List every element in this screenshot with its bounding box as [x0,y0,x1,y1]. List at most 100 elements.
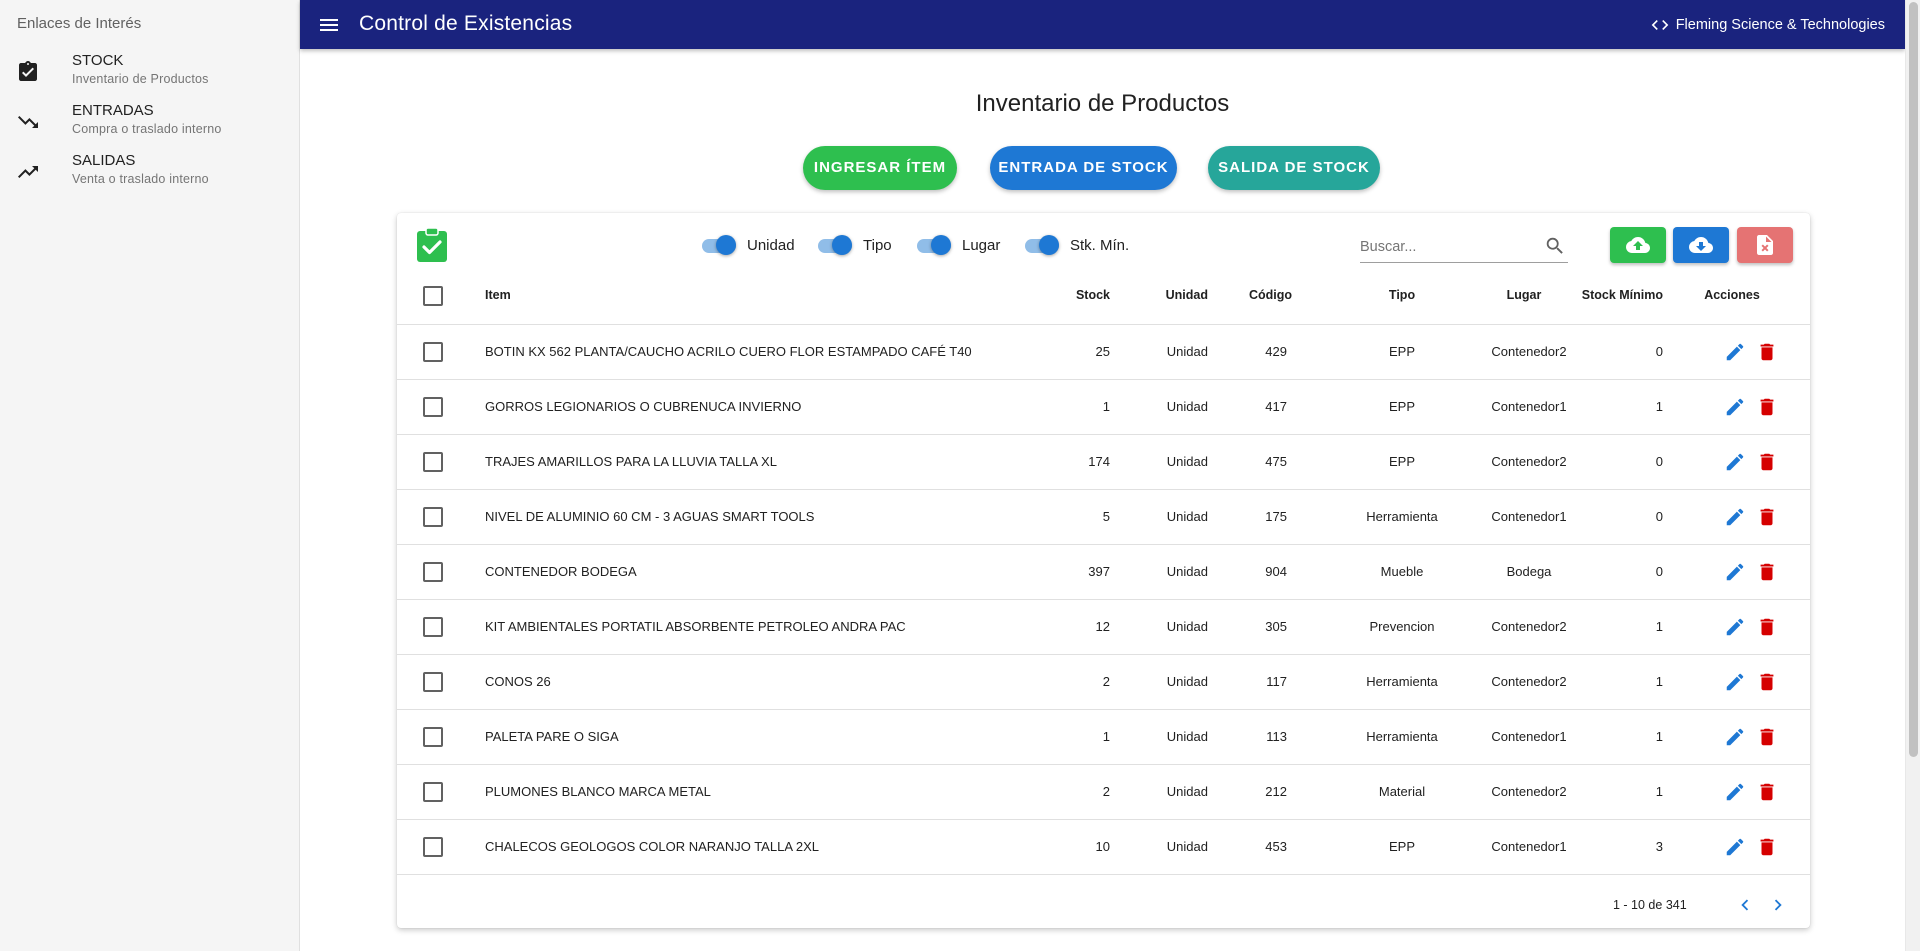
scrollbar-thumb[interactable] [1909,2,1918,757]
cell-codigo: 429 [1265,344,1287,359]
edit-icon[interactable] [1724,561,1746,583]
row-checkbox[interactable] [423,617,443,637]
upload-button[interactable] [1610,227,1666,263]
cell-unidad: Unidad [1166,509,1208,524]
cell-codigo: 212 [1265,784,1287,799]
delete-icon[interactable] [1756,616,1778,638]
menu-icon[interactable] [317,13,341,37]
search-input[interactable] [1360,237,1540,257]
column-header-lugar[interactable]: Lugar [1459,288,1589,302]
sidebar-item-title: STOCK [72,52,124,69]
toggle-knob [931,235,951,255]
cell-stock: 1 [1102,729,1110,744]
cell-stock: 12 [1095,619,1110,634]
sidebar: Enlaces de Interés STOCK Inventario de P… [0,0,300,951]
chevron-right-icon[interactable] [1767,894,1789,916]
cell-codigo: 175 [1265,509,1287,524]
file-delete-icon [1757,235,1773,255]
cell-tipo: EPP [1388,839,1415,854]
edit-icon[interactable] [1724,836,1746,858]
column-header-stock[interactable]: Stock [997,288,1110,302]
cell-unidad: Unidad [1166,729,1208,744]
delete-selected-button[interactable] [1737,227,1793,263]
delete-icon[interactable] [1756,671,1778,693]
inventory-card: Unidad Tipo Lugar Stk. Mín. Item Stock U… [397,213,1810,928]
sidebar-item-title: SALIDAS [72,152,136,169]
row-checkbox[interactable] [423,562,443,582]
cell-stock-minimo: 1 [1655,619,1663,634]
cell-codigo: 305 [1265,619,1287,634]
cell-stock: 2 [1102,784,1110,799]
cell-codigo: 417 [1265,399,1287,414]
row-checkbox[interactable] [423,397,443,417]
toggle-label: Tipo [863,237,892,254]
cell-unidad: Unidad [1166,454,1208,469]
column-header-item[interactable]: Item [485,288,511,302]
edit-icon[interactable] [1724,341,1746,363]
row-checkbox[interactable] [423,782,443,802]
salida-stock-button[interactable]: SALIDA DE STOCK [1208,146,1380,190]
delete-icon[interactable] [1756,836,1778,858]
delete-icon[interactable] [1756,396,1778,418]
chevron-left-icon[interactable] [1734,894,1756,916]
row-checkbox[interactable] [423,342,443,362]
select-all-checkbox[interactable] [423,286,443,306]
edit-icon[interactable] [1724,616,1746,638]
column-header-codigo[interactable]: Código [1249,288,1292,302]
edit-icon[interactable] [1724,671,1746,693]
pagination-range: 1 - 10 de 341 [1613,898,1687,912]
app-title: Control de Existencias [359,12,573,35]
column-header-unidad[interactable]: Unidad [1124,288,1208,302]
delete-icon[interactable] [1756,781,1778,803]
cell-tipo: Herramienta [1366,729,1438,744]
table-row: CONTENEDOR BODEGA 397 Unidad 904 Mueble Bodeg… [397,545,1810,600]
sidebar-item-subtitle: Venta o traslado interno [72,172,209,186]
sidebar-item-subtitle: Inventario de Productos [72,72,209,86]
cell-item: PALETA PARE O SIGA [485,729,619,744]
cell-unidad: Unidad [1166,619,1208,634]
search-box [1360,231,1568,263]
sidebar-item-stock[interactable]: STOCK Inventario de Productos [0,52,300,100]
delete-icon[interactable] [1756,341,1778,363]
brand-link[interactable]: Fleming Science & Technologies [1650,15,1885,35]
entrada-stock-button[interactable]: ENTRADA DE STOCK [990,146,1177,190]
row-checkbox[interactable] [423,837,443,857]
row-checkbox[interactable] [423,672,443,692]
cell-lugar: Contenedor2 [1491,619,1567,634]
sidebar-item-entradas[interactable]: ENTRADAS Compra o traslado interno [0,102,300,150]
edit-icon[interactable] [1724,726,1746,748]
delete-icon[interactable] [1756,726,1778,748]
cell-tipo: Material [1378,784,1426,799]
edit-icon[interactable] [1724,781,1746,803]
download-button[interactable] [1673,227,1729,263]
cell-tipo: Herramienta [1366,509,1438,524]
edit-icon[interactable] [1724,451,1746,473]
cell-item: GORROS LEGIONARIOS O CUBRENUCA INVIERNO [485,399,802,414]
column-header-tipo[interactable]: Tipo [1347,288,1457,302]
delete-icon[interactable] [1756,506,1778,528]
cloud-download-icon [1689,237,1713,253]
delete-icon[interactable] [1756,451,1778,473]
ingresar-item-button[interactable]: INGRESAR ÍTEM [803,146,957,190]
sidebar-item-salidas[interactable]: SALIDAS Venta o traslado interno [0,152,300,200]
row-checkbox[interactable] [423,507,443,527]
row-checkbox[interactable] [423,727,443,747]
delete-icon[interactable] [1756,561,1778,583]
edit-icon[interactable] [1724,396,1746,418]
table-row: BOTIN KX 562 PLANTA/CAUCHO ACRILO CUERO … [397,325,1810,380]
row-checkbox[interactable] [423,452,443,472]
table-row: PLUMONES BLANCO MARCA METAL 2 Unidad 212 Mat… [397,765,1810,820]
cell-lugar: Contenedor2 [1491,454,1567,469]
toggle-label: Lugar [962,237,1001,254]
column-header-stock-minimo[interactable]: Stock Mínimo [1577,288,1663,302]
edit-icon[interactable] [1724,506,1746,528]
cell-codigo: 117 [1266,674,1287,689]
table-row: GORROS LEGIONARIOS O CUBRENUCA INVIERNO 1… [397,380,1810,435]
page-scrollbar[interactable] [1905,0,1920,951]
table-row: CONOS 26 2 Unidad 117 Herramienta Contenedor2… [397,655,1810,710]
search-icon[interactable] [1544,235,1566,257]
cell-stock-minimo: 1 [1655,399,1663,414]
cell-tipo: Herramienta [1366,674,1438,689]
sidebar-item-title: ENTRADAS [72,102,154,119]
cell-stock-minimo: 0 [1655,564,1663,579]
